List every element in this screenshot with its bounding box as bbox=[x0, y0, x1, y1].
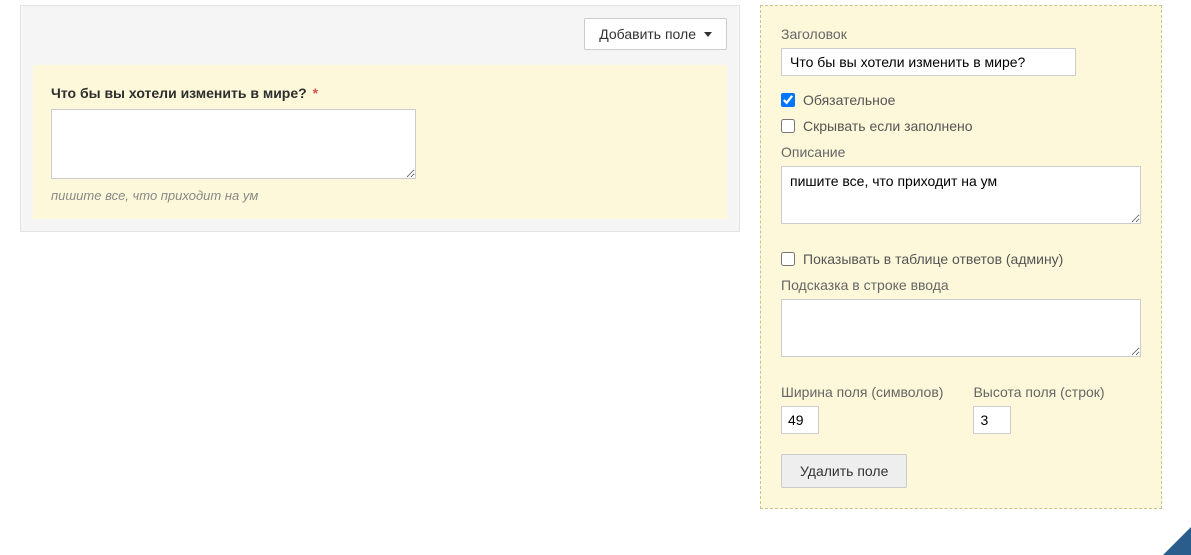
settings-panel: Заголовок Обязательное Скрывать если зап… bbox=[760, 5, 1162, 509]
preview-box: Добавить поле Что бы вы хотели изменить … bbox=[20, 5, 740, 232]
height-group: Высота поля (строк) bbox=[973, 384, 1104, 434]
placeholder-textarea[interactable] bbox=[781, 299, 1141, 357]
width-input[interactable] bbox=[781, 406, 819, 434]
height-label: Высота поля (строк) bbox=[973, 384, 1104, 400]
hide-if-filled-row: Скрывать если заполнено bbox=[781, 118, 1141, 134]
height-input[interactable] bbox=[973, 406, 1011, 434]
description-group: Описание bbox=[781, 144, 1141, 227]
field-settings-panel: Заголовок Обязательное Скрывать если зап… bbox=[760, 5, 1162, 509]
show-in-table-checkbox[interactable] bbox=[781, 252, 795, 266]
description-textarea[interactable] bbox=[781, 166, 1141, 224]
field-preview[interactable]: Что бы вы хотели изменить в мире? * пиши… bbox=[33, 65, 727, 219]
title-input[interactable] bbox=[781, 48, 1076, 76]
field-hint: пишите все, что приходит на ум bbox=[51, 188, 709, 203]
preview-header: Добавить поле bbox=[33, 18, 727, 50]
description-label: Описание bbox=[781, 144, 1141, 160]
title-label: Заголовок bbox=[781, 26, 1141, 42]
placeholder-label: Подсказка в строке ввода bbox=[781, 277, 1141, 293]
show-in-table-row: Показывать в таблице ответов (админу) bbox=[781, 251, 1141, 267]
size-row: Ширина поля (символов) Высота поля (стро… bbox=[781, 384, 1141, 434]
hide-if-filled-checkbox[interactable] bbox=[781, 119, 795, 133]
corner-accent-icon bbox=[1163, 527, 1191, 555]
show-in-table-label[interactable]: Показывать в таблице ответов (админу) bbox=[803, 251, 1063, 267]
title-group: Заголовок bbox=[781, 26, 1141, 76]
preview-textarea[interactable] bbox=[51, 109, 416, 179]
field-label: Что бы вы хотели изменить в мире? * bbox=[51, 85, 709, 101]
form-preview-panel: Добавить поле Что бы вы хотели изменить … bbox=[20, 5, 740, 509]
delete-field-button[interactable]: Удалить поле bbox=[781, 454, 907, 488]
width-label: Ширина поля (символов) bbox=[781, 384, 943, 400]
caret-down-icon bbox=[704, 32, 712, 37]
hide-if-filled-label[interactable]: Скрывать если заполнено bbox=[803, 118, 973, 134]
required-star-icon: * bbox=[313, 85, 318, 101]
field-label-text: Что бы вы хотели изменить в мире? bbox=[51, 85, 307, 101]
width-group: Ширина поля (символов) bbox=[781, 384, 943, 434]
required-label[interactable]: Обязательное bbox=[803, 92, 895, 108]
required-row: Обязательное bbox=[781, 92, 1141, 108]
add-field-button[interactable]: Добавить поле bbox=[584, 18, 727, 50]
placeholder-group: Подсказка в строке ввода bbox=[781, 277, 1141, 360]
add-field-label: Добавить поле bbox=[599, 26, 696, 42]
required-checkbox[interactable] bbox=[781, 93, 795, 107]
